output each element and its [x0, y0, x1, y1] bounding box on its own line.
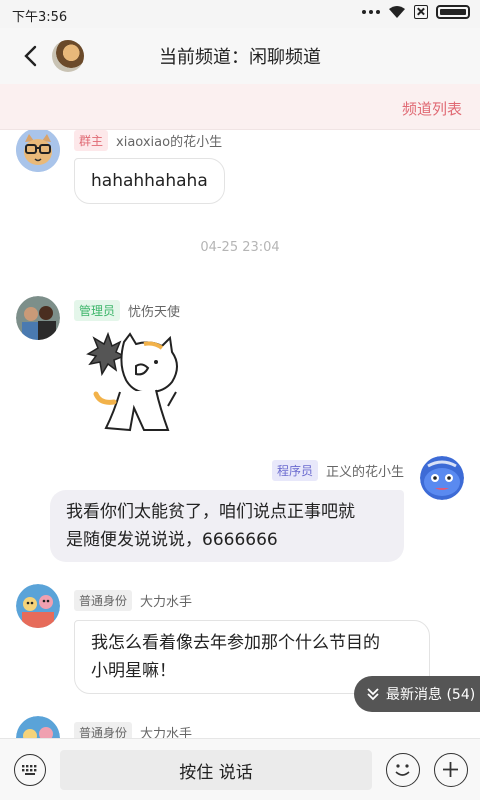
- time-separator: 04-25 23:04: [200, 240, 280, 255]
- double-chevron-down-icon: [367, 688, 379, 701]
- app-header: 当前频道：闲聊频道: [0, 28, 480, 84]
- input-bar: 按住 说话: [0, 738, 480, 800]
- channel-list-link[interactable]: 频道列表: [402, 98, 462, 119]
- role-badge: 管理员: [74, 300, 121, 321]
- wifi-icon: [389, 6, 405, 18]
- sender-name: 大力水手: [140, 595, 193, 610]
- emoji-button[interactable]: [386, 753, 420, 787]
- chat-area[interactable]: 群主 xiaoxiao的花小生 hahahhahaha 04-25 23:04 …: [0, 130, 480, 738]
- status-bar: 下午3:56: [0, 0, 480, 28]
- role-badge: 普通身份: [74, 590, 133, 611]
- message-text-line: 我怎么看着像去年参加那个什么节目的: [91, 633, 380, 653]
- cartoon-group-avatar[interactable]: [16, 584, 60, 628]
- sender-name: xiaoxiao的花小生: [116, 135, 223, 150]
- cartoon-group-avatar[interactable]: [16, 716, 60, 738]
- role-badge: 群主: [74, 130, 109, 151]
- page-title: 当前频道：闲聊频道: [159, 47, 321, 68]
- role-badge: 普通身份: [74, 722, 133, 738]
- status-icons: [362, 5, 470, 19]
- message-bubble[interactable]: 我看你们太能贫了，咱们说点正事吧就 是随便发说说说，6666666: [50, 490, 404, 562]
- more-dots-icon: [362, 10, 380, 14]
- sender-name: 大力水手: [140, 727, 193, 738]
- no-sim-icon: [414, 5, 428, 19]
- message-meta: 程序员 正义的花小生: [271, 460, 404, 481]
- keyboard-icon: [22, 765, 37, 775]
- more-options-button[interactable]: [434, 753, 468, 787]
- cat-glasses-avatar[interactable]: [16, 130, 60, 172]
- blue-blob-avatar[interactable]: [420, 456, 464, 500]
- message-meta: 管理员 忧伤天使: [74, 300, 180, 321]
- plus-icon: [443, 762, 458, 777]
- hold-to-talk-button[interactable]: 按住 说话: [60, 750, 372, 790]
- keyboard-button[interactable]: [14, 754, 46, 786]
- status-time: 下午3:56: [12, 10, 68, 25]
- message-meta: 普通身份 大力水手: [74, 722, 192, 738]
- message-meta: 群主 xiaoxiao的花小生: [74, 130, 222, 151]
- sender-name: 正义的花小生: [325, 465, 404, 480]
- smiley-icon: [395, 764, 410, 776]
- new-messages-label: 最新消息 (54): [386, 687, 476, 703]
- new-messages-button[interactable]: 最新消息 (54): [354, 676, 480, 712]
- battery-icon: [436, 5, 470, 19]
- role-badge: 程序员: [271, 460, 318, 481]
- sender-name: 忧伤天使: [128, 305, 181, 320]
- cat-sticker[interactable]: [84, 331, 184, 436]
- couple-photo-avatar[interactable]: [16, 296, 60, 340]
- message-text-line: 我看你们太能贫了，咱们说点正事吧就: [66, 502, 355, 522]
- message-text-line: 是随便发说说说，6666666: [66, 530, 278, 550]
- message-bubble[interactable]: hahahhahaha: [74, 158, 225, 204]
- message-meta: 普通身份 大力水手: [74, 590, 192, 611]
- channel-bar: 频道列表: [0, 84, 480, 130]
